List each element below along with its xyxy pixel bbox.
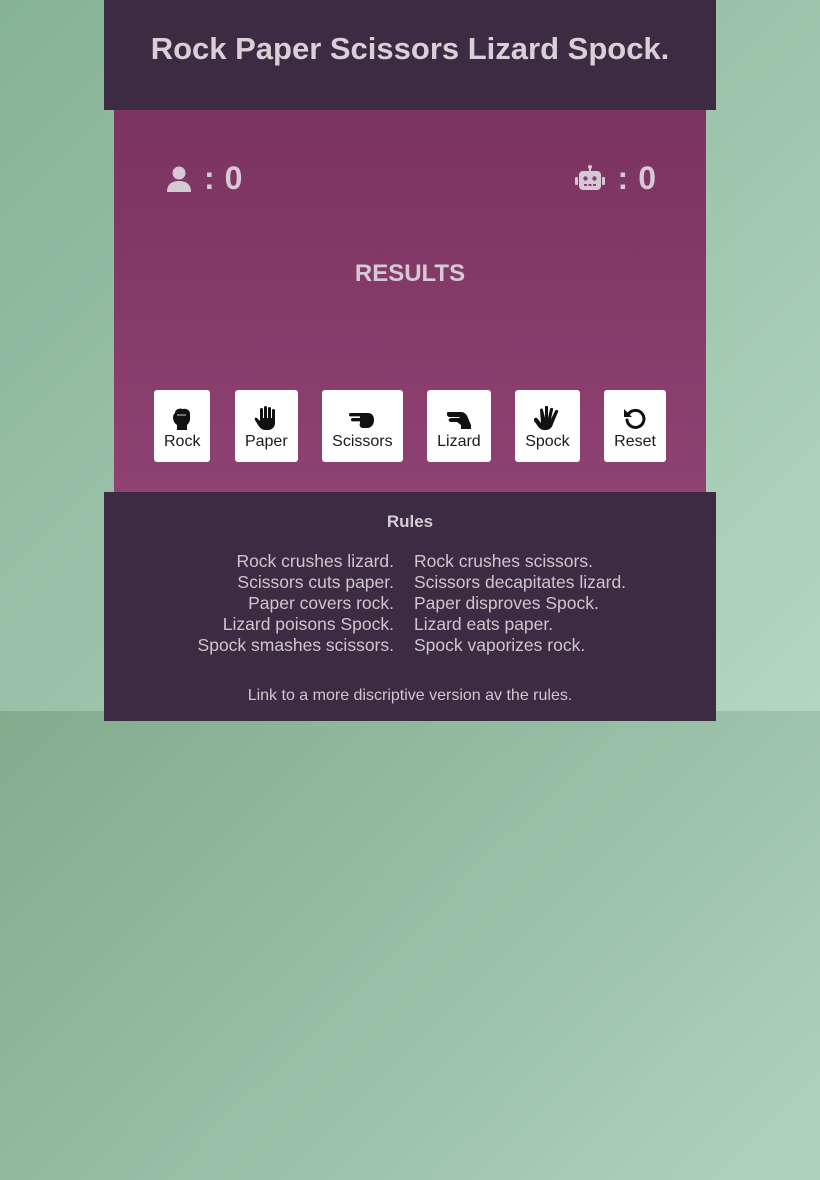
- paper-button[interactable]: Paper: [234, 390, 298, 462]
- reset-button-label: Reset: [614, 432, 656, 450]
- paper-button-label: Paper: [244, 432, 288, 450]
- hand-paper-icon: [254, 404, 278, 430]
- rule-item: Paper covers rock.: [248, 593, 394, 613]
- page-background-bottom: [0, 711, 820, 1180]
- lizard-button-label: Lizard: [437, 432, 481, 450]
- rule-item: Rock crushes lizard.: [236, 551, 394, 571]
- rule-item: Spock smashes scissors.: [197, 635, 394, 655]
- rules-columns: Rock crushes lizard. Scissors cuts paper…: [104, 551, 716, 656]
- computer-score: : 0: [574, 160, 656, 197]
- spock-button[interactable]: Spock: [515, 390, 580, 462]
- hand-lizard-icon: [446, 404, 472, 430]
- lizard-button[interactable]: Lizard: [427, 390, 491, 462]
- hand-rock-icon: [171, 404, 193, 430]
- scissors-button[interactable]: Scissors: [322, 390, 403, 462]
- game-board: : 0 : 0 RESULTS Rock Paper Scissors Liza…: [114, 110, 706, 492]
- hand-scissors-icon: [349, 404, 375, 430]
- rule-item: Scissors decapitates lizard.: [414, 572, 627, 592]
- rule-item: Spock vaporizes rock.: [414, 635, 586, 655]
- undo-icon: [623, 404, 647, 430]
- rule-item: Rock crushes scissors.: [414, 551, 593, 571]
- rule-item: Paper disproves Spock.: [414, 593, 599, 613]
- player-score-separator: :: [204, 160, 215, 196]
- rock-button-label: Rock: [164, 432, 201, 450]
- computer-score-separator: :: [617, 160, 629, 196]
- rules-panel: Rules Rock crushes lizard. Scissors cuts…: [104, 492, 716, 721]
- rule-item: Lizard poisons Spock.: [222, 614, 394, 634]
- reset-button[interactable]: Reset: [604, 390, 666, 462]
- rules-right-column: Rock crushes scissors. Scissors decapita…: [404, 551, 714, 656]
- rule-item: Scissors cuts paper.: [237, 572, 394, 592]
- rules-heading: Rules: [386, 512, 434, 531]
- rule-item: Lizard eats paper.: [414, 614, 554, 634]
- rules-link[interactable]: Link to a more discriptive version av th…: [104, 687, 716, 705]
- rules-left-column: Rock crushes lizard. Scissors cuts paper…: [106, 551, 404, 656]
- player-score: : 0: [166, 160, 242, 197]
- computer-score-value: 0: [638, 160, 656, 196]
- spock-button-label: Spock: [525, 432, 570, 450]
- choice-buttons: Rock Paper Scissors Lizard Spock Reset: [154, 390, 666, 462]
- scissors-button-label: Scissors: [332, 432, 393, 450]
- rock-button[interactable]: Rock: [154, 390, 211, 462]
- hand-spock-icon: [534, 404, 560, 430]
- robot-icon: [574, 164, 606, 193]
- page-title: Rock Paper Scissors Lizard Spock.: [150, 31, 670, 66]
- player-score-value: 0: [224, 160, 243, 196]
- header: Rock Paper Scissors Lizard Spock.: [104, 0, 716, 110]
- user-icon: [166, 165, 192, 193]
- results-label: RESULTS: [354, 260, 466, 287]
